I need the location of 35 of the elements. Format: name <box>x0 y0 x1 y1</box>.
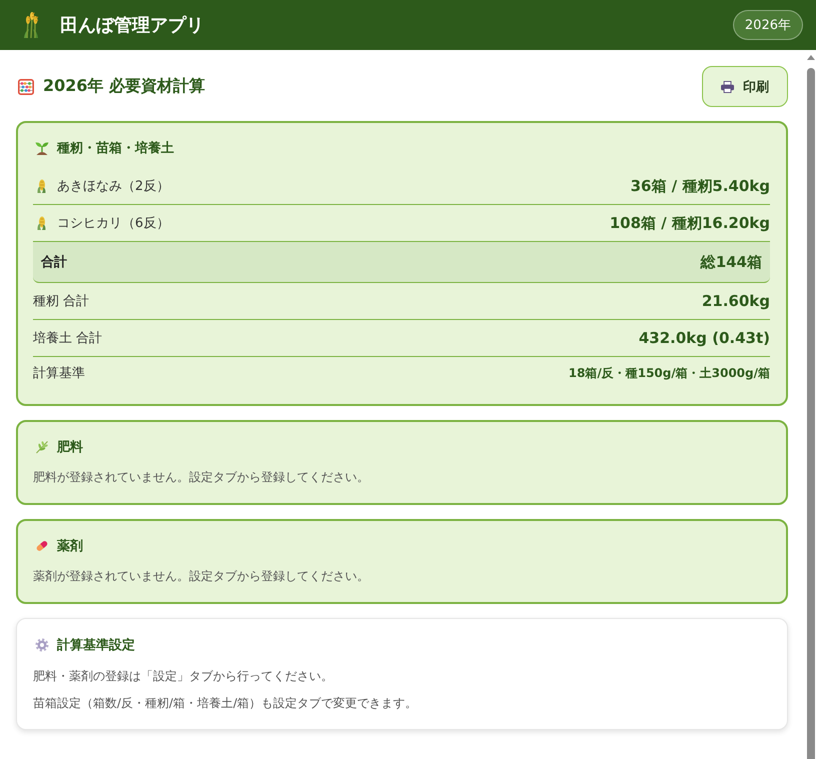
empty-message: 肥料が登録されていません。設定タブから登録してください。 <box>33 469 370 486</box>
amount-value: 108箱 / 種籾16.20kg <box>610 214 770 232</box>
card-title: 種籾・苗箱・培養土 <box>57 140 174 157</box>
grain-stalks-icon <box>22 12 40 38</box>
capsule-icon <box>35 539 49 553</box>
variety-name: あきほなみ（2反） <box>57 178 170 195</box>
sum-label: 種籾 合計 <box>33 293 90 310</box>
abacus-icon <box>18 78 34 94</box>
amount-value: 36箱 / 種籾5.40kg <box>630 176 770 196</box>
printer-icon <box>721 80 734 92</box>
variety-name: コシヒカリ（6反） <box>57 215 170 232</box>
app-title: 田んぼ管理アプリ <box>60 14 205 37</box>
year-badge: 2026年 <box>732 10 803 40</box>
total-label: 合計 <box>41 254 67 271</box>
card-title: 肥料 <box>57 439 83 456</box>
grain-ear-icon <box>37 216 46 230</box>
grain-ear-icon <box>37 179 46 193</box>
basis-label: 計算基準 <box>33 365 85 382</box>
sum-value: 432.0kg (0.43t) <box>638 329 770 347</box>
page-title: 2026年 必要資材計算 <box>43 76 206 97</box>
scroll-up-arrow-icon[interactable] <box>807 55 815 60</box>
info-text: 肥料・薬剤の登録は「設定」タブから行ってください。 <box>33 668 334 685</box>
card-title: 計算基準設定 <box>57 636 135 654</box>
info-text: 苗箱設定（箱数/反・種籾/箱・培養土/箱）も設定タブで変更できます。 <box>33 695 418 712</box>
leaf-sprig-icon <box>35 440 49 454</box>
print-button[interactable]: 印刷 <box>702 66 788 107</box>
seedling-icon <box>35 141 49 155</box>
sum-label: 培養土 合計 <box>33 330 102 347</box>
total-value: 総144箱 <box>700 252 762 272</box>
sum-value: 21.60kg <box>702 292 770 310</box>
gear-icon <box>35 638 49 652</box>
scrollbar-thumb[interactable] <box>807 68 815 759</box>
basis-value: 18箱/反・種150g/箱・土3000g/箱 <box>568 364 770 382</box>
empty-message: 薬剤が登録されていません。設定タブから登録してください。 <box>33 568 370 585</box>
card-title: 薬剤 <box>57 538 83 555</box>
